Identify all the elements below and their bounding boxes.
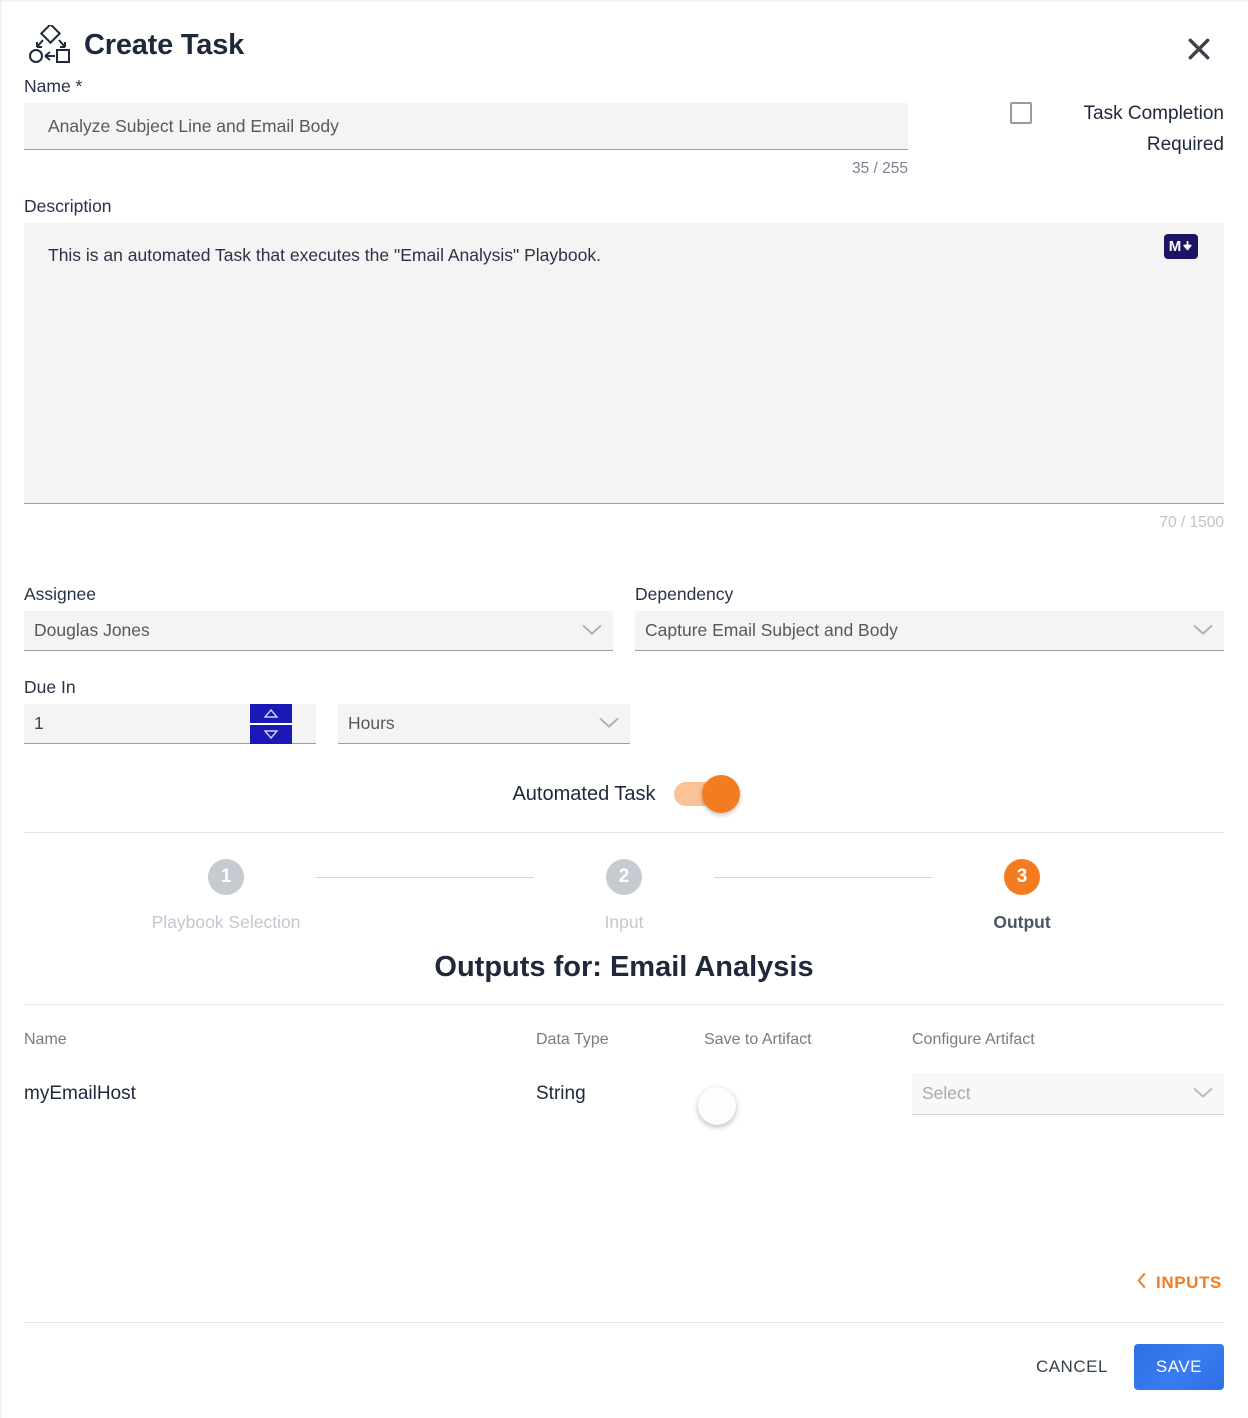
automated-task-toggle[interactable] <box>673 775 740 813</box>
markdown-icon[interactable]: M <box>1164 234 1198 259</box>
assignee-value: Douglas Jones <box>34 620 150 640</box>
step-playbook-selection[interactable]: 1 Playbook Selection <box>136 859 316 933</box>
name-counter: 35 / 255 <box>851 160 908 177</box>
step-number[interactable]: 1 <box>208 859 244 895</box>
inputs-back-button[interactable]: INPUTS <box>1136 1272 1222 1294</box>
automated-task-row: Automated Task <box>24 775 1224 833</box>
assignee-select[interactable]: Douglas Jones <box>24 611 613 651</box>
step-number[interactable]: 3 <box>1004 859 1040 895</box>
name-field-group: Name * 35 / 255 <box>24 76 908 178</box>
chevron-down-icon <box>598 713 620 734</box>
description-value: This is an automated Task that executes … <box>48 245 601 265</box>
step-label: Playbook Selection <box>151 912 301 932</box>
step-output[interactable]: 3 Output <box>932 859 1112 933</box>
automated-task-label: Automated Task <box>512 782 656 805</box>
name-input[interactable] <box>24 103 908 150</box>
step-input[interactable]: 2 Input <box>534 859 714 933</box>
description-counter: 70 / 1500 <box>1159 514 1224 531</box>
description-label: Description <box>24 196 112 216</box>
chevron-down-icon <box>1192 1083 1214 1104</box>
description-field-group: Description This is an automated Task th… <box>24 196 1224 532</box>
configure-artifact-value: Select <box>922 1083 971 1103</box>
step-connector <box>316 877 534 878</box>
step-label: Input <box>604 912 644 932</box>
cancel-button[interactable]: CANCEL <box>1032 1347 1112 1387</box>
dependency-value: Capture Email Subject and Body <box>645 620 898 640</box>
step-number[interactable]: 2 <box>606 859 642 895</box>
chevron-down-icon <box>1192 620 1214 641</box>
name-row: Name * 35 / 255 Task Completion Required <box>24 76 1224 178</box>
due-in-label: Due In <box>24 677 76 697</box>
footer-divider <box>24 1322 1224 1323</box>
toggle-knob <box>701 775 740 813</box>
footer-actions: CANCEL SAVE <box>1032 1344 1224 1390</box>
step-label: Output <box>993 912 1051 932</box>
task-completion-required-label: Task Completion Required <box>1083 103 1224 156</box>
markdown-letter: M <box>1168 238 1182 255</box>
column-header-save-to-artifact: Save to Artifact <box>704 1031 812 1048</box>
task-completion-required-checkbox[interactable]: Task Completion Required <box>1010 98 1224 161</box>
chevron-left-icon <box>1136 1272 1147 1294</box>
stepper-down-icon[interactable] <box>250 725 292 744</box>
due-in-unit-value: Hours <box>348 713 395 733</box>
due-in-number-wrap <box>24 704 316 744</box>
workflow-icon <box>24 22 70 65</box>
output-name: myEmailHost <box>24 1083 136 1104</box>
due-in-group: Due In Hours <box>24 677 1224 744</box>
due-in-unit-select[interactable]: Hours <box>338 704 630 744</box>
step-connector <box>714 877 932 878</box>
chevron-down-icon <box>581 620 603 641</box>
dependency-label: Dependency <box>635 584 734 604</box>
modal-header: Create Task <box>24 0 1224 76</box>
checkbox-icon[interactable] <box>1010 102 1032 124</box>
column-header-data-type: Data Type <box>536 1031 609 1048</box>
name-label: Name * <box>24 76 83 96</box>
configure-artifact-select[interactable]: Select <box>912 1073 1224 1115</box>
assignee-label: Assignee <box>24 584 96 604</box>
column-header-name: Name <box>24 1031 67 1048</box>
description-textarea[interactable]: This is an automated Task that executes … <box>24 223 1224 504</box>
quantity-stepper[interactable] <box>250 704 292 744</box>
outputs-title: Outputs for: Email Analysis <box>24 951 1224 1005</box>
create-task-modal: Create Task Name * 35 / 255 Task Complet… <box>0 0 1248 1418</box>
inputs-back-label: INPUTS <box>1156 1273 1222 1292</box>
outputs-table: Name Data Type Save to Artifact Configur… <box>24 1005 1224 1125</box>
dependency-group: Dependency Capture Email Subject and Bod… <box>635 584 1224 651</box>
close-icon[interactable] <box>1182 32 1216 66</box>
stepper-up-icon[interactable] <box>250 704 292 723</box>
column-header-configure-artifact: Configure Artifact <box>912 1031 1035 1048</box>
output-data-type: String <box>536 1083 586 1104</box>
wizard-stepper: 1 Playbook Selection 2 Input 3 Output <box>24 833 1224 933</box>
assignee-group: Assignee Douglas Jones <box>24 584 613 651</box>
page-title: Create Task <box>84 28 245 61</box>
dependency-select[interactable]: Capture Email Subject and Body <box>635 611 1224 651</box>
assignee-dependency-row: Assignee Douglas Jones Dependency Captur… <box>24 584 1224 651</box>
toggle-knob <box>698 1087 736 1125</box>
save-button[interactable]: SAVE <box>1133 1344 1224 1390</box>
